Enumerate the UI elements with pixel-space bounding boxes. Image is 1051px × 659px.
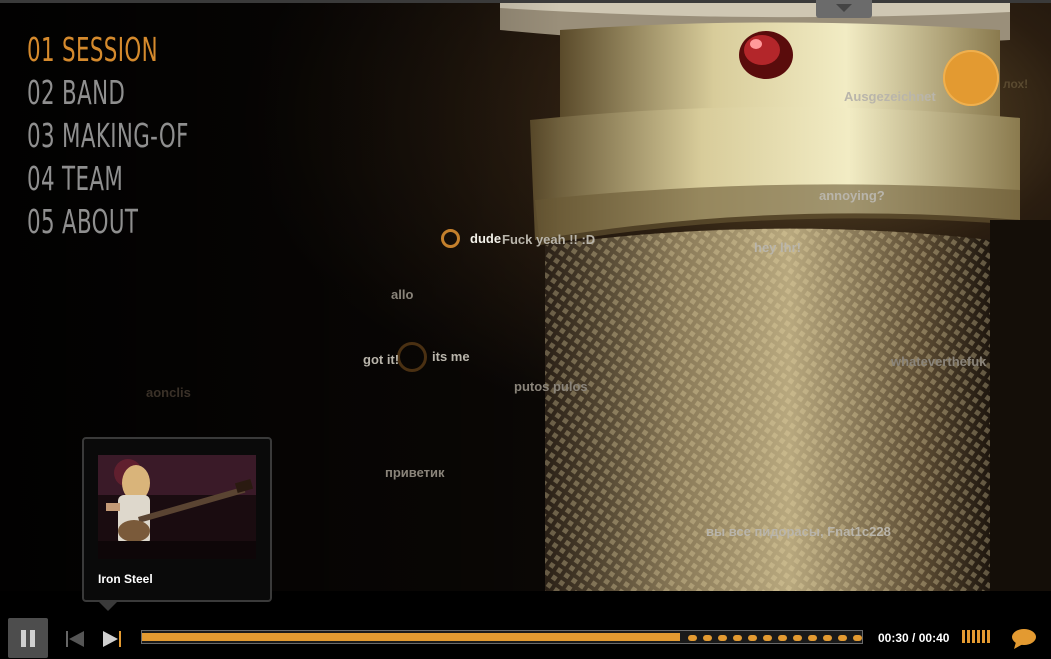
timeline-mark: [733, 635, 742, 641]
speech-bubble-icon[interactable]: [1011, 628, 1037, 650]
timeline-mark: [823, 635, 832, 641]
menu-item-team[interactable]: 04 TEAM: [27, 157, 189, 200]
comment-timeline-marks: [688, 635, 862, 641]
menu-item-making-of[interactable]: 03 MAKING-OF: [27, 114, 189, 157]
volume-bar: [987, 630, 990, 643]
comment-marker[interactable]: [441, 229, 460, 248]
timeline-mark: [793, 635, 802, 641]
menu-item-band[interactable]: 02 BAND: [27, 71, 189, 114]
top-edge-line: [0, 0, 1051, 3]
timeline-mark: [853, 635, 862, 641]
comment[interactable]: приветик: [385, 465, 445, 480]
thumbnail-pointer: [99, 602, 117, 611]
time-separator: /: [908, 631, 919, 645]
menu-item-session[interactable]: 01 SESSION: [27, 28, 189, 71]
comment[interactable]: whateverthefuk: [891, 354, 986, 369]
timeline-mark: [763, 635, 772, 641]
volume-bar: [967, 630, 970, 643]
comment[interactable]: Fuck yeah !! :D: [502, 232, 595, 247]
timeline-mark: [838, 635, 847, 641]
timeline-mark: [778, 635, 787, 641]
timeline-mark: [808, 635, 817, 641]
player-controls: 00:30 / 00:40: [0, 616, 1051, 659]
skip-forward-icon[interactable]: [101, 629, 123, 649]
main-menu: 01 SESSION 02 BAND 03 MAKING-OF 04 TEAM …: [27, 28, 252, 243]
total-time: 00:40: [918, 631, 950, 645]
comment[interactable]: dude: [470, 231, 501, 246]
volume-bar: [982, 630, 985, 643]
pause-button[interactable]: [8, 618, 48, 658]
comment[interactable]: annoying?: [819, 188, 885, 203]
volume-bar: [972, 630, 975, 643]
comment[interactable]: aonclis: [146, 385, 191, 400]
volume-bar: [962, 630, 965, 643]
volume-bar: [977, 630, 980, 643]
thumbnail-title: Iron Steel: [98, 572, 153, 586]
chevron-down-icon: [836, 4, 852, 12]
time-display: 00:30 / 00:40: [878, 631, 949, 645]
volume-icon[interactable]: [962, 630, 992, 648]
timeline-mark: [718, 635, 727, 641]
video-thumbnail-card[interactable]: Iron Steel: [82, 437, 272, 602]
timeline-mark: [748, 635, 757, 641]
comment[interactable]: вы все пидорасы, Fnat1c228: [706, 524, 891, 539]
timeline-mark: [703, 635, 712, 641]
timeline-mark: [688, 635, 697, 641]
menu-item-about[interactable]: 05 ABOUT: [27, 200, 189, 243]
comment[interactable]: Ausgezeichnet: [844, 89, 936, 104]
comment-marker[interactable]: [397, 342, 427, 372]
progress-bar[interactable]: [141, 630, 863, 644]
comment[interactable]: лох!: [1003, 77, 1028, 91]
active-comment-marker[interactable]: [943, 50, 999, 106]
comment[interactable]: got it!: [363, 352, 399, 367]
skip-back-icon[interactable]: [64, 629, 86, 649]
current-time: 00:30: [878, 631, 909, 645]
comment[interactable]: putos pulos: [514, 379, 588, 394]
thumbnail-image: [98, 455, 256, 559]
comment[interactable]: allo: [391, 287, 413, 302]
collapse-handle[interactable]: [816, 0, 872, 18]
comment[interactable]: its me: [432, 349, 470, 364]
comment[interactable]: hey lhr!: [754, 240, 801, 255]
